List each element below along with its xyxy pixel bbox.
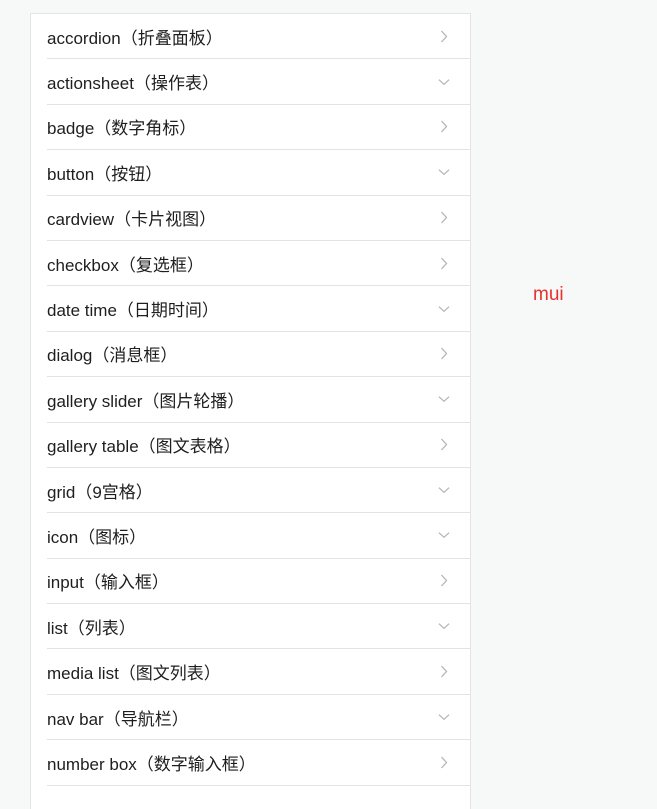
chevron-right-icon [438,257,450,270]
chevron-down-icon [438,166,450,178]
menu-item-label: badge（数字角标） [47,119,197,139]
menu-item[interactable]: button（按钮） [47,150,470,196]
menu-item-label: button（按钮） [47,164,163,184]
chevron-down-icon [438,711,450,723]
menu-item[interactable]: gallery slider（图片轮播） [47,377,470,423]
chevron-right-icon [438,438,450,451]
menu-item[interactable]: cardview（卡片视图） [47,196,470,241]
menu-item-label: checkbox（复选框） [47,255,204,275]
menu-item-label: gallery table（图文表格） [47,437,241,457]
chevron-right-icon [438,211,450,224]
chevron-down-icon [438,529,450,541]
menu-item-label: grid（9宫格） [47,482,153,502]
chevron-right-icon [438,30,450,43]
menu-item-label: cardview（卡片视图） [47,210,217,230]
menu-item-label: date time（日期时间） [47,301,219,321]
mui-logo-text: mui [533,284,564,305]
component-menu-list: accordion（折叠面板） actionsheet（操作表） badge（数字角… [30,13,471,809]
menu-item[interactable]: date time（日期时间） [47,286,470,332]
chevron-right-icon [438,574,450,587]
menu-item-label: icon（图标） [47,527,147,547]
menu-item-label: media list（图文列表） [47,664,221,684]
chevron-right-icon [438,347,450,360]
page: accordion（折叠面板） actionsheet（操作表） badge（数字角… [0,0,657,809]
menu-item-label: actionsheet（操作表） [47,74,219,94]
chevron-right-icon [438,665,450,678]
menu-item[interactable]: grid（9宫格） [47,468,470,514]
chevron-down-icon [438,303,450,315]
menu-item-label: accordion（折叠面板） [47,28,223,48]
menu-item-label: dialog（消息框） [47,346,178,366]
menu-item[interactable]: input（输入框） [47,559,470,605]
chevron-down-icon [438,76,450,88]
menu-item[interactable]: checkbox（复选框） [47,241,470,287]
menu-item[interactable]: nav bar（导航栏） [47,695,470,741]
chevron-right-icon [438,756,450,769]
chevron-down-icon [438,393,450,405]
chevron-down-icon [438,620,450,632]
menu-item-label: input（输入框） [47,573,169,593]
menu-item-label: nav bar（导航栏） [47,709,189,729]
menu-item-label: list（列表） [47,618,136,638]
menu-item[interactable]: media list（图文列表） [47,649,470,695]
chevron-down-icon [438,484,450,496]
menu-item[interactable]: actionsheet（操作表） [47,59,470,105]
menu-item[interactable]: number box（数字输入框） [47,740,470,786]
menu-item[interactable]: dialog（消息框） [47,332,470,378]
menu-item-label: number box（数字输入框） [47,754,256,774]
menu-item-label: gallery slider（图片轮播） [47,391,245,411]
menu-item[interactable]: accordion（折叠面板） [47,14,470,60]
menu-item[interactable]: badge（数字角标） [47,105,470,151]
chevron-right-icon [438,121,450,133]
menu-item[interactable]: gallery table（图文表格） [47,423,470,468]
menu-item[interactable]: list（列表） [47,604,470,650]
menu-item[interactable]: icon（图标） [47,513,470,559]
